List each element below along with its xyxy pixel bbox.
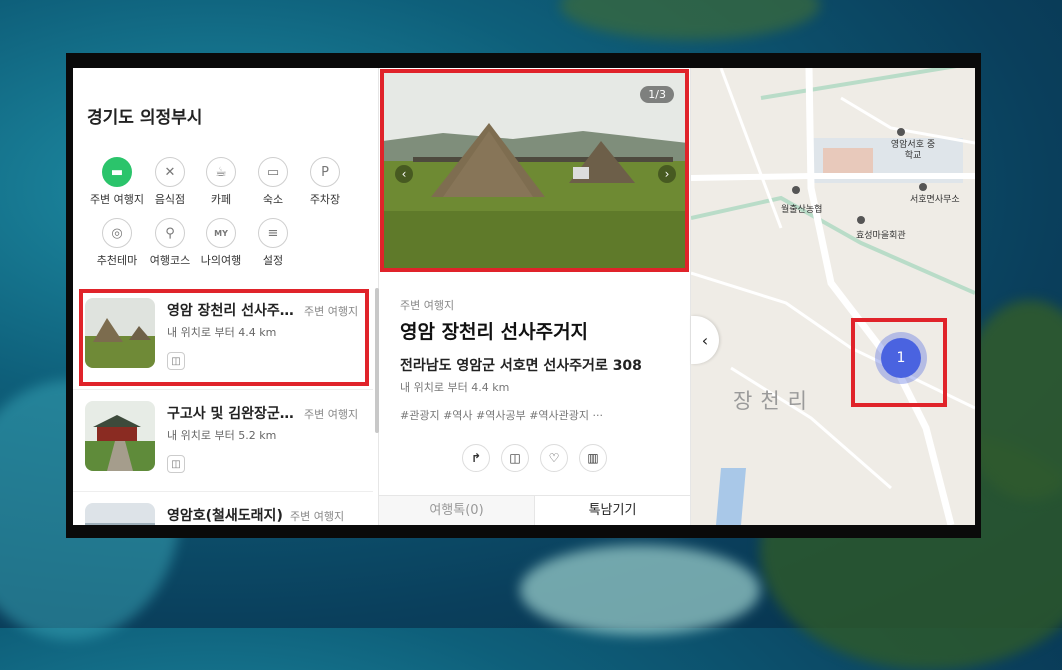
bookmark-button[interactable]: ◫ [501,444,529,472]
map-icon: ▥ [587,451,599,465]
bookmark-icon[interactable]: ◫ [167,352,185,370]
place-photo: 1/3 ‹ › [383,71,688,271]
my-badge-icon: MY [206,218,236,248]
app-window: 경기도 의정부시 ▬ 주변 여행지 ✕ 음식점 ☕ 카페 ▭ 숙소 P 주차장 … [73,68,975,525]
category-label: 추천테마 [96,254,138,267]
item-category: 주변 여행지 [304,408,359,421]
tab-travel-talk[interactable]: 여행톡(0) [379,496,535,525]
item-category: 주변 여행지 [290,510,345,523]
background-sand [520,545,760,635]
list-item[interactable]: 영암호(철새도래지) 주변 여행지 [73,490,373,525]
category-parking[interactable]: P 주차장 [295,157,355,207]
item-distance: 내 위치로 부터 5.2 km [167,429,277,442]
fork-knife-icon: ✕ [155,157,185,187]
list-item[interactable]: 구고사 및 김완장군 유적 주변 여행지 내 위치로 부터 5.2 km ◫ [73,388,373,488]
directions-button[interactable]: ↱ [462,444,490,472]
bookmark-icon[interactable]: ◫ [167,455,185,473]
chevron-left-icon[interactable]: ‹ [395,165,413,183]
item-title: 구고사 및 김완장군 유적 [167,406,297,422]
place-thumbnail [85,401,155,471]
place-thumbnail [85,298,155,368]
chevron-right-icon[interactable]: › [658,165,676,183]
theme-icon: ◎ [102,218,132,248]
coffee-cup-icon: ☕ [206,157,236,187]
list-item[interactable]: 영암 장천리 선사주거지 주변 여행지 내 위치로 부터 4.4 km ◫ [73,285,373,385]
category-theme[interactable]: ◎ 추천테마 [87,218,147,268]
sofa-icon: ▬ [102,157,132,187]
map-area-name: 장천리 [733,389,815,413]
category-settings[interactable]: ≡ 설정 [243,218,303,268]
photo-pager: 1/3 [640,86,674,103]
detail-panel: 1/3 ‹ › 주변 여행지 영암 장천리 선사주거지 전라남도 영암군 서호면… [379,68,691,525]
category-label: 설정 [262,254,284,267]
map-roads [691,68,975,525]
category-label: 카페 [210,193,232,206]
map-label-hall: 효성마을회관 [856,231,906,241]
sidebar: 경기도 의정부시 ▬ 주변 여행지 ✕ 음식점 ☕ 카페 ▭ 숙소 P 주차장 … [73,68,379,525]
heart-icon: ♡ [548,451,560,465]
category-label: 주차장 [309,193,341,206]
bookmark-icon: ◫ [509,451,521,465]
chevron-left-icon: ‹ [701,330,709,350]
background-foliage-top [560,0,820,40]
map-label-bank: 월출산농협 [781,205,823,215]
bed-icon: ▭ [258,157,288,187]
route-pin-icon: ⚲ [155,218,185,248]
city-title: 경기도 의정부시 [87,108,203,128]
tab-leave-talk[interactable]: 톡남기기 [535,496,690,525]
category-cafe[interactable]: ☕ 카페 [191,157,251,207]
like-button[interactable]: ♡ [540,444,568,472]
category-label: 숙소 [262,193,284,206]
detail-category: 주변 여행지 [400,299,455,312]
turn-right-arrow-icon: ↱ [470,451,482,465]
item-title: 영암호(철새도래지) [167,508,283,524]
map-cluster-marker[interactable]: 1 [881,338,921,378]
item-distance: 내 위치로 부터 4.4 km [167,326,277,339]
category-label: 주변 여행지 [89,193,145,206]
map-label-town-office: 서호면사무소 [910,195,960,205]
detail-title: 영암 장천리 선사주거지 [400,321,589,343]
detail-tabs: 여행톡(0) 톡남기기 [379,495,690,525]
category-lodging[interactable]: ▭ 숙소 [243,157,303,207]
map-label-school: 영암서호 중학교 [890,140,936,161]
map-button[interactable]: ▥ [579,444,607,472]
sliders-icon: ≡ [258,218,288,248]
item-category: 주변 여행지 [304,305,359,318]
map-view[interactable]: 영암서호 중학교 월출산농협 서호면사무소 효성마을회관 장천리 1 [691,68,975,525]
place-thumbnail [85,503,155,525]
parking-icon: P [310,157,340,187]
category-my-trip[interactable]: MY 나의여행 [191,218,251,268]
detail-distance: 내 위치로 부터 4.4 km [400,381,510,394]
category-nearby[interactable]: ▬ 주변 여행지 [87,157,147,207]
detail-address: 전라남도 영암군 서호면 선사주거로 308 [400,358,642,374]
detail-tags: #관광지 #역사 #역사공부 #역사관광지 ··· [400,409,604,422]
place-list: 영암 장천리 선사주거지 주변 여행지 내 위치로 부터 4.4 km ◫ 구고… [73,285,379,525]
item-title: 영암 장천리 선사주거지 [167,303,297,319]
category-label: 나의여행 [200,254,242,267]
